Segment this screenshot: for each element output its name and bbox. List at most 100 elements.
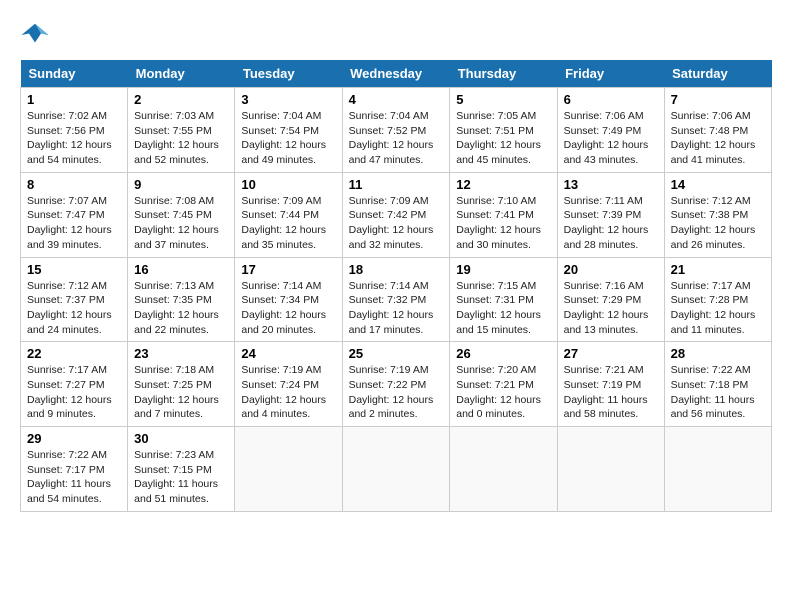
day-info: Sunrise: 7:11 AMSunset: 7:39 PMDaylight:… bbox=[564, 194, 658, 253]
day-number: 13 bbox=[564, 177, 658, 192]
day-number: 9 bbox=[134, 177, 228, 192]
calendar-cell: 5 Sunrise: 7:05 AMSunset: 7:51 PMDaylight… bbox=[450, 88, 557, 173]
calendar-cell: 15 Sunrise: 7:12 AMSunset: 7:37 PMDayligh… bbox=[21, 257, 128, 342]
calendar-week-5: 29Sunrise: 7:22 AMSunset: 7:17 PMDayligh… bbox=[21, 427, 772, 512]
day-number: 27 bbox=[564, 346, 658, 361]
day-number: 19 bbox=[456, 262, 550, 277]
calendar-cell: 11 Sunrise: 7:09 AMSunset: 7:42 PMDayligh… bbox=[342, 172, 450, 257]
day-number: 26 bbox=[456, 346, 550, 361]
calendar-cell: 21 Sunrise: 7:17 AMSunset: 7:28 PMDayligh… bbox=[664, 257, 771, 342]
day-header-wednesday: Wednesday bbox=[342, 60, 450, 88]
day-info: Sunrise: 7:13 AMSunset: 7:35 PMDaylight:… bbox=[134, 279, 228, 338]
day-info: Sunrise: 7:02 AMSunset: 7:56 PMDaylight:… bbox=[27, 109, 121, 168]
day-info: Sunrise: 7:23 AMSunset: 7:15 PMDaylight:… bbox=[134, 448, 228, 507]
day-number: 2 bbox=[134, 92, 228, 107]
calendar-cell bbox=[235, 427, 342, 512]
day-info: Sunrise: 7:03 AMSunset: 7:55 PMDaylight:… bbox=[134, 109, 228, 168]
day-info: Sunrise: 7:22 AMSunset: 7:18 PMDaylight:… bbox=[671, 363, 765, 422]
calendar-cell: 22 Sunrise: 7:17 AMSunset: 7:27 PMDayligh… bbox=[21, 342, 128, 427]
day-info: Sunrise: 7:12 AMSunset: 7:37 PMDaylight:… bbox=[27, 279, 121, 338]
day-number: 28 bbox=[671, 346, 765, 361]
day-info: Sunrise: 7:18 AMSunset: 7:25 PMDaylight:… bbox=[134, 363, 228, 422]
day-number: 29 bbox=[27, 431, 121, 446]
calendar: SundayMondayTuesdayWednesdayThursdayFrid… bbox=[20, 60, 772, 512]
day-number: 5 bbox=[456, 92, 550, 107]
day-info: Sunrise: 7:09 AMSunset: 7:44 PMDaylight:… bbox=[241, 194, 335, 253]
calendar-cell: 9Sunrise: 7:08 AMSunset: 7:45 PMDaylight… bbox=[128, 172, 235, 257]
calendar-week-2: 8 Sunrise: 7:07 AMSunset: 7:47 PMDaylight… bbox=[21, 172, 772, 257]
day-info: Sunrise: 7:17 AMSunset: 7:28 PMDaylight:… bbox=[671, 279, 765, 338]
day-number: 1 bbox=[27, 92, 121, 107]
day-number: 12 bbox=[456, 177, 550, 192]
header bbox=[20, 20, 772, 50]
calendar-cell: 3 Sunrise: 7:04 AMSunset: 7:54 PMDaylight… bbox=[235, 88, 342, 173]
day-info: Sunrise: 7:10 AMSunset: 7:41 PMDaylight:… bbox=[456, 194, 550, 253]
day-number: 8 bbox=[27, 177, 121, 192]
day-number: 20 bbox=[564, 262, 658, 277]
day-info: Sunrise: 7:07 AMSunset: 7:47 PMDaylight:… bbox=[27, 194, 121, 253]
calendar-cell: 14 Sunrise: 7:12 AMSunset: 7:38 PMDayligh… bbox=[664, 172, 771, 257]
calendar-cell: 25Sunrise: 7:19 AMSunset: 7:22 PMDayligh… bbox=[342, 342, 450, 427]
calendar-cell: 27 Sunrise: 7:21 AMSunset: 7:19 PMDayligh… bbox=[557, 342, 664, 427]
day-number: 6 bbox=[564, 92, 658, 107]
calendar-cell: 8 Sunrise: 7:07 AMSunset: 7:47 PMDaylight… bbox=[21, 172, 128, 257]
calendar-cell: 19 Sunrise: 7:15 AMSunset: 7:31 PMDayligh… bbox=[450, 257, 557, 342]
calendar-cell bbox=[557, 427, 664, 512]
day-info: Sunrise: 7:09 AMSunset: 7:42 PMDaylight:… bbox=[349, 194, 444, 253]
day-number: 16 bbox=[134, 262, 228, 277]
calendar-week-3: 15 Sunrise: 7:12 AMSunset: 7:37 PMDayligh… bbox=[21, 257, 772, 342]
day-info: Sunrise: 7:19 AMSunset: 7:24 PMDaylight:… bbox=[241, 363, 335, 422]
calendar-header-row: SundayMondayTuesdayWednesdayThursdayFrid… bbox=[21, 60, 772, 88]
day-info: Sunrise: 7:21 AMSunset: 7:19 PMDaylight:… bbox=[564, 363, 658, 422]
day-header-tuesday: Tuesday bbox=[235, 60, 342, 88]
day-header-sunday: Sunday bbox=[21, 60, 128, 88]
calendar-cell: 29Sunrise: 7:22 AMSunset: 7:17 PMDayligh… bbox=[21, 427, 128, 512]
day-number: 11 bbox=[349, 177, 444, 192]
calendar-cell: 28 Sunrise: 7:22 AMSunset: 7:18 PMDayligh… bbox=[664, 342, 771, 427]
day-number: 30 bbox=[134, 431, 228, 446]
calendar-cell: 30 Sunrise: 7:23 AMSunset: 7:15 PMDayligh… bbox=[128, 427, 235, 512]
calendar-cell: 12 Sunrise: 7:10 AMSunset: 7:41 PMDayligh… bbox=[450, 172, 557, 257]
calendar-cell: 24 Sunrise: 7:19 AMSunset: 7:24 PMDayligh… bbox=[235, 342, 342, 427]
calendar-cell: 16 Sunrise: 7:13 AMSunset: 7:35 PMDayligh… bbox=[128, 257, 235, 342]
day-info: Sunrise: 7:19 AMSunset: 7:22 PMDaylight:… bbox=[349, 363, 444, 422]
calendar-cell: 20Sunrise: 7:16 AMSunset: 7:29 PMDayligh… bbox=[557, 257, 664, 342]
calendar-cell: 1 Sunrise: 7:02 AMSunset: 7:56 PMDaylight… bbox=[21, 88, 128, 173]
calendar-cell: 13 Sunrise: 7:11 AMSunset: 7:39 PMDayligh… bbox=[557, 172, 664, 257]
calendar-week-1: 1 Sunrise: 7:02 AMSunset: 7:56 PMDaylight… bbox=[21, 88, 772, 173]
day-info: Sunrise: 7:17 AMSunset: 7:27 PMDaylight:… bbox=[27, 363, 121, 422]
day-info: Sunrise: 7:12 AMSunset: 7:38 PMDaylight:… bbox=[671, 194, 765, 253]
day-number: 15 bbox=[27, 262, 121, 277]
calendar-cell: 2 Sunrise: 7:03 AMSunset: 7:55 PMDaylight… bbox=[128, 88, 235, 173]
calendar-cell: 18 Sunrise: 7:14 AMSunset: 7:32 PMDayligh… bbox=[342, 257, 450, 342]
day-number: 7 bbox=[671, 92, 765, 107]
day-info: Sunrise: 7:05 AMSunset: 7:51 PMDaylight:… bbox=[456, 109, 550, 168]
day-info: Sunrise: 7:06 AMSunset: 7:49 PMDaylight:… bbox=[564, 109, 658, 168]
day-info: Sunrise: 7:15 AMSunset: 7:31 PMDaylight:… bbox=[456, 279, 550, 338]
calendar-cell bbox=[450, 427, 557, 512]
day-number: 22 bbox=[27, 346, 121, 361]
day-header-saturday: Saturday bbox=[664, 60, 771, 88]
calendar-week-4: 22 Sunrise: 7:17 AMSunset: 7:27 PMDayligh… bbox=[21, 342, 772, 427]
day-info: Sunrise: 7:14 AMSunset: 7:34 PMDaylight:… bbox=[241, 279, 335, 338]
day-header-monday: Monday bbox=[128, 60, 235, 88]
logo bbox=[20, 20, 54, 50]
day-info: Sunrise: 7:04 AMSunset: 7:52 PMDaylight:… bbox=[349, 109, 444, 168]
day-info: Sunrise: 7:04 AMSunset: 7:54 PMDaylight:… bbox=[241, 109, 335, 168]
day-info: Sunrise: 7:20 AMSunset: 7:21 PMDaylight:… bbox=[456, 363, 550, 422]
day-number: 17 bbox=[241, 262, 335, 277]
calendar-cell: 10Sunrise: 7:09 AMSunset: 7:44 PMDayligh… bbox=[235, 172, 342, 257]
day-number: 4 bbox=[349, 92, 444, 107]
day-info: Sunrise: 7:14 AMSunset: 7:32 PMDaylight:… bbox=[349, 279, 444, 338]
day-number: 23 bbox=[134, 346, 228, 361]
calendar-cell bbox=[664, 427, 771, 512]
logo-icon bbox=[20, 20, 50, 50]
calendar-cell: 7 Sunrise: 7:06 AMSunset: 7:48 PMDaylight… bbox=[664, 88, 771, 173]
day-number: 24 bbox=[241, 346, 335, 361]
day-info: Sunrise: 7:06 AMSunset: 7:48 PMDaylight:… bbox=[671, 109, 765, 168]
day-number: 14 bbox=[671, 177, 765, 192]
day-number: 21 bbox=[671, 262, 765, 277]
day-number: 3 bbox=[241, 92, 335, 107]
calendar-cell bbox=[342, 427, 450, 512]
day-number: 18 bbox=[349, 262, 444, 277]
